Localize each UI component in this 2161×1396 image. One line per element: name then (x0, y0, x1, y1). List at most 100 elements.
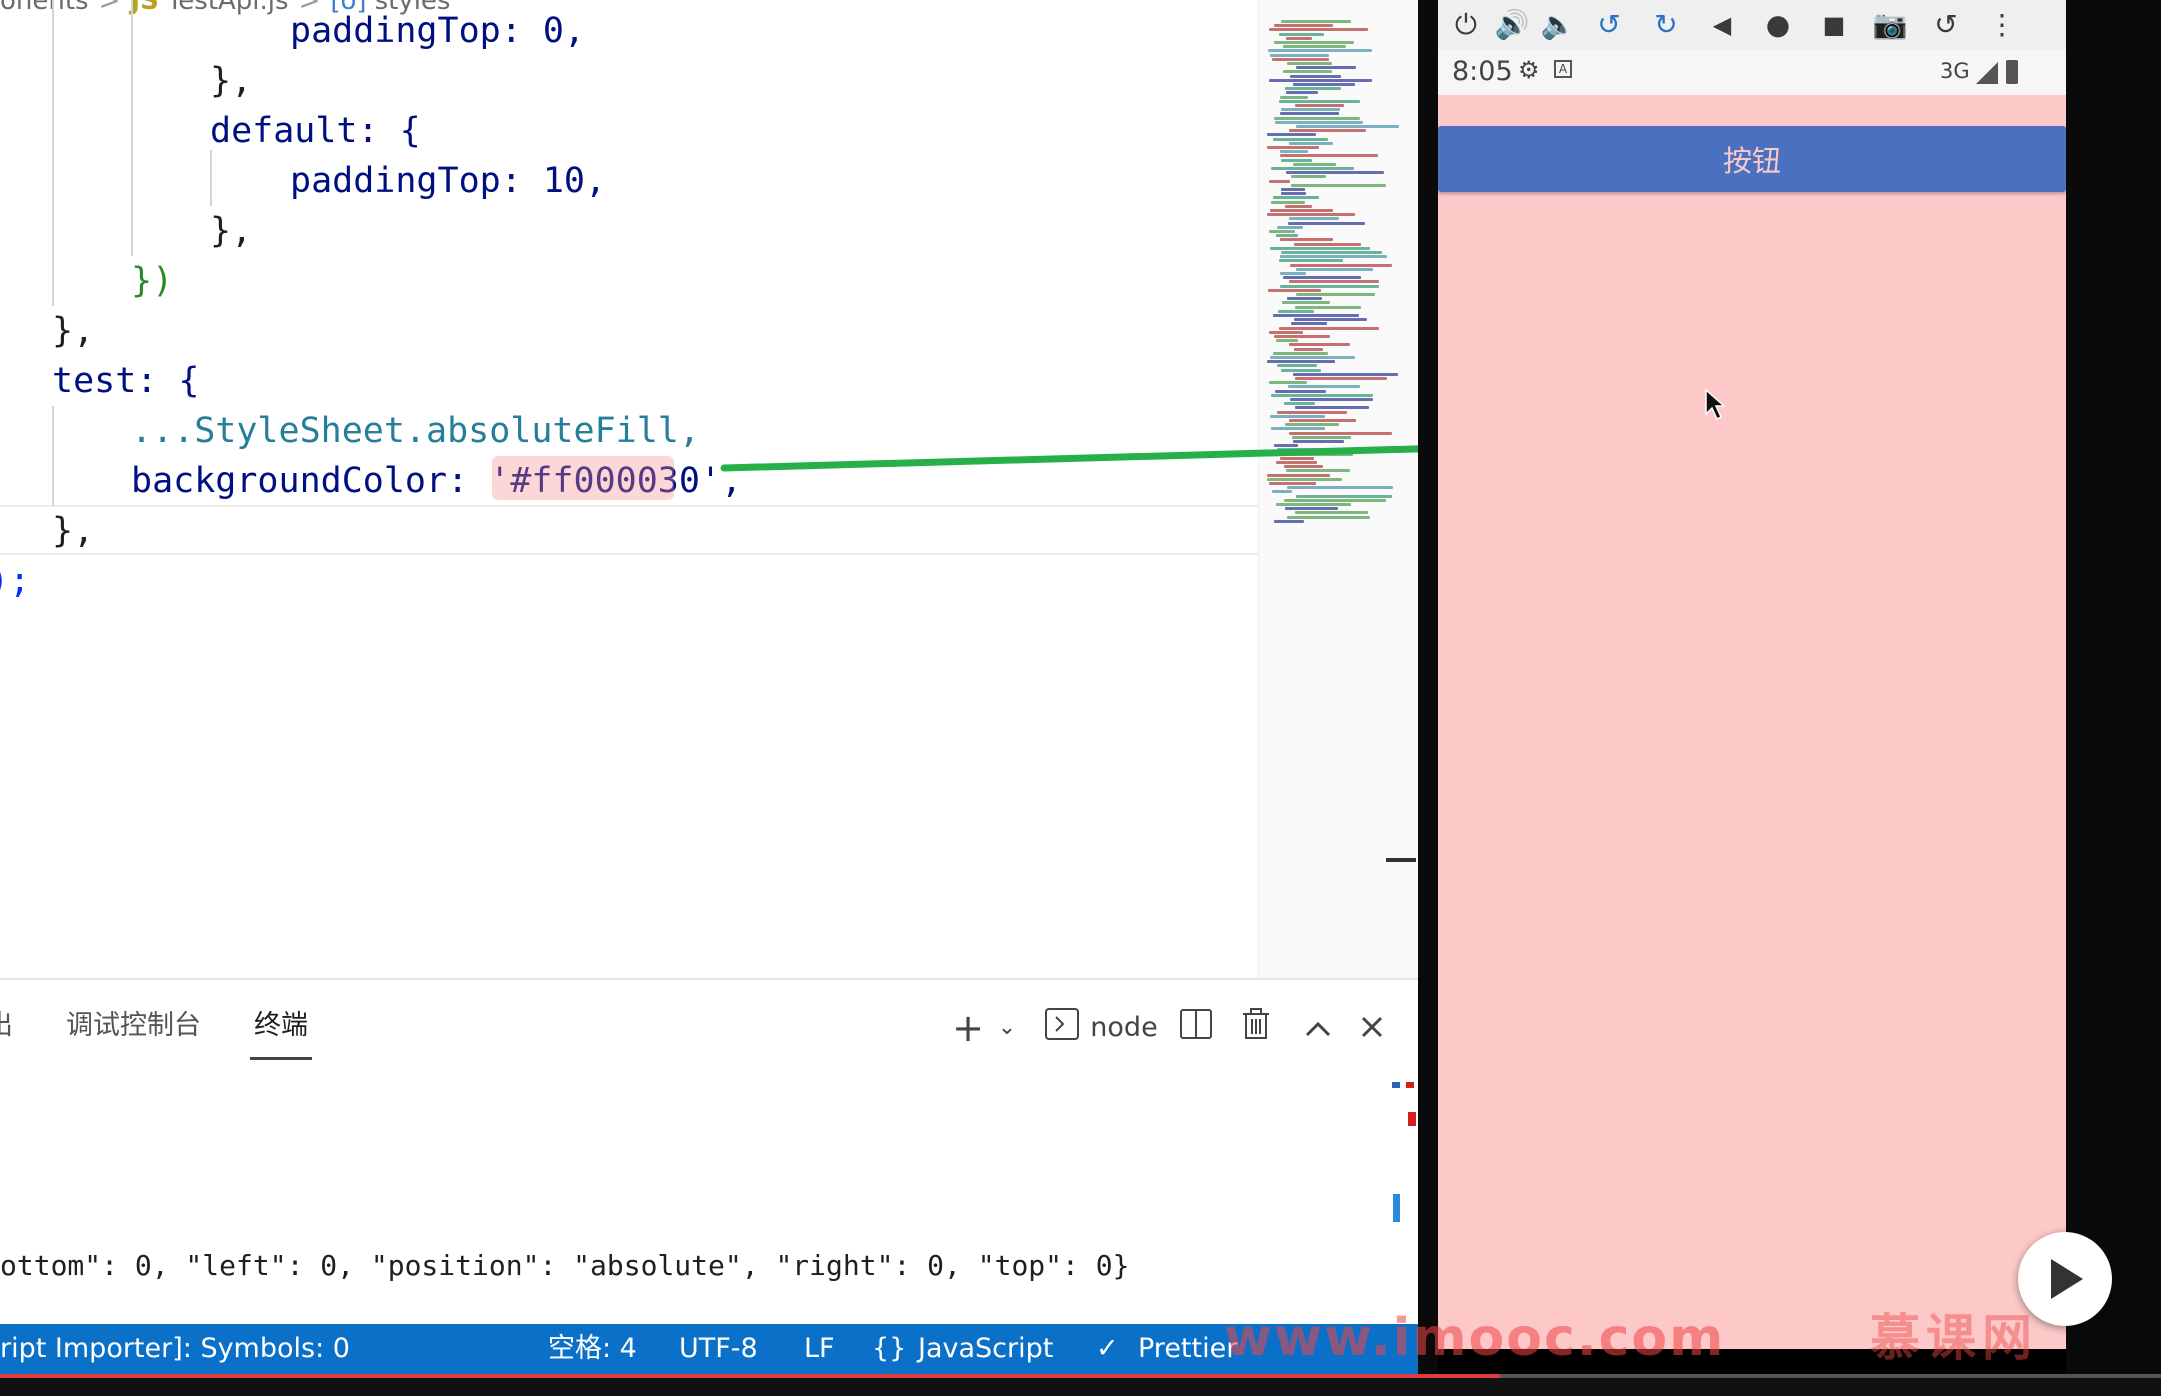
close-icon[interactable] (1354, 1008, 1390, 1048)
code-text: ...StyleSheet.absoluteFill, (131, 411, 700, 451)
terminal-type-label[interactable]: node (1088, 1008, 1160, 1048)
tab-debug-console[interactable]: 调试控制台 (66, 1006, 201, 1046)
minimap-line (1269, 330, 1303, 334)
network-label: 3G (1940, 59, 1970, 83)
minimap-line (1269, 230, 1295, 233)
minimap-line (1270, 209, 1333, 212)
minimap-line (1281, 108, 1340, 112)
back-icon[interactable]: ◀ (1702, 6, 1742, 44)
minimap-line (1281, 192, 1306, 196)
minimap-line (1280, 284, 1379, 288)
indent-guide (52, 406, 54, 506)
minimap-line (1272, 490, 1292, 494)
volume-down-icon[interactable]: 🔈 (1538, 6, 1578, 44)
tab-terminal[interactable]: 终端 (250, 1006, 312, 1060)
minimap-line (1276, 234, 1298, 238)
signal-icon (1976, 62, 1998, 84)
status-spaces[interactable]: 空格: 4 (548, 1324, 637, 1374)
minimap[interactable] (1258, 0, 1418, 978)
minimap-line (1276, 461, 1317, 464)
plus-icon[interactable]: + (948, 1008, 988, 1048)
terminal-icon[interactable] (1044, 1008, 1080, 1048)
settings-icon: ⚙ (1518, 56, 1540, 84)
terminal-marker (1392, 1082, 1400, 1088)
tab-output[interactable]: 出 (0, 1006, 13, 1046)
code-text: ); (0, 561, 31, 601)
camera-icon[interactable]: 📷 (1870, 6, 1910, 44)
code-text: }, (52, 311, 95, 351)
status-language[interactable]: JavaScript (918, 1324, 1053, 1374)
minimap-line (1281, 188, 1305, 191)
minimap-line (1280, 255, 1387, 259)
code-editor[interactable]: onents > JS TestApi.js > [o] styles paddingTop… (0, 0, 1418, 978)
app-screen: 按钮 (1438, 95, 2066, 1349)
minimap-line (1274, 41, 1354, 44)
battery-icon (2006, 60, 2018, 84)
split-terminal-icon[interactable] (1178, 1008, 1214, 1048)
minimap-line (1291, 322, 1327, 326)
watermark-brand: 慕课网 (1870, 1309, 2038, 1367)
minimap-scroll-marker[interactable] (1386, 858, 1416, 862)
trash-icon[interactable] (1238, 1008, 1274, 1048)
code-line: ...StyleSheet.absoluteFill, (131, 406, 700, 456)
status-encoding[interactable]: UTF-8 (679, 1324, 758, 1374)
status-importer[interactable]: ript Importer]: Symbols: 0 (0, 1324, 350, 1374)
code-line: }, (210, 206, 252, 256)
minimap-line (1274, 116, 1360, 120)
minimap-line (1275, 120, 1363, 124)
minimap-line (1283, 70, 1332, 74)
emulator-toolbar: ⏻ 🔊 🔈 ↺ ↻ ◀ ● ■ 📷 ↺ ⋮ (1438, 0, 2066, 50)
video-progress[interactable] (0, 1374, 1500, 1378)
video-track[interactable] (1500, 1374, 2161, 1378)
code-line: default: { (210, 106, 421, 156)
minimap-line (1279, 259, 1343, 263)
minimap-line (1295, 511, 1368, 515)
home-icon[interactable]: ● (1758, 6, 1798, 44)
js-file-icon: JS (130, 0, 159, 16)
indent-guide (52, 0, 54, 306)
minimap-line (1278, 309, 1314, 313)
minimap-line (1286, 171, 1384, 175)
breadcrumb: onents > JS TestApi.js > [o] styles (0, 0, 1260, 16)
minimap-line (1291, 183, 1386, 187)
overview-icon[interactable]: ■ (1814, 6, 1854, 44)
rotate-right-icon[interactable]: ↻ (1646, 6, 1686, 44)
terminal-scroll-marker (1393, 1194, 1400, 1222)
breadcrumb-folder[interactable]: onents (0, 0, 89, 16)
volume-up-icon[interactable]: 🔊 (1492, 6, 1532, 44)
minimap-line (1273, 196, 1319, 200)
minimap-line (1287, 62, 1332, 65)
play-button[interactable] (2018, 1232, 2112, 1326)
status-prettier[interactable]: Prettier (1138, 1324, 1237, 1374)
minimap-line (1294, 242, 1361, 246)
code-text: test: { (52, 361, 200, 401)
minimap-line (1267, 477, 1342, 481)
minimap-line (1270, 53, 1329, 57)
minimap-line (1267, 213, 1355, 217)
minimap-line (1281, 368, 1321, 372)
minimap-line (1277, 448, 1384, 452)
breadcrumb-file[interactable]: TestApi.js (167, 0, 289, 16)
code-line: ); (0, 556, 30, 606)
minimap-line (1285, 204, 1312, 208)
replay-icon[interactable]: ↺ (1926, 6, 1966, 44)
minimap-line (1293, 83, 1355, 86)
more-icon[interactable]: ⋮ (1982, 6, 2022, 44)
minimap-line (1268, 288, 1321, 292)
chevron-down-icon[interactable]: ⌄ (992, 1008, 1022, 1048)
rotate-left-icon[interactable]: ↺ (1589, 6, 1629, 44)
status-eol[interactable]: LF (804, 1324, 835, 1374)
chevron-up-icon[interactable] (1300, 1008, 1336, 1048)
watermark-text: www.imooc.com (1224, 1308, 1726, 1368)
code-text: }) (131, 261, 174, 301)
minimap-line (1274, 335, 1330, 338)
minimap-line (1285, 423, 1339, 427)
minimap-line (1296, 494, 1392, 498)
minimap-line (1287, 515, 1370, 519)
status-time: 8:05 (1452, 56, 1513, 87)
minimap-line (1290, 398, 1373, 401)
minimap-line (1287, 486, 1393, 490)
minimap-line (1293, 162, 1336, 166)
power-icon[interactable]: ⏻ (1446, 6, 1486, 44)
app-button[interactable]: 按钮 (1438, 126, 2066, 192)
